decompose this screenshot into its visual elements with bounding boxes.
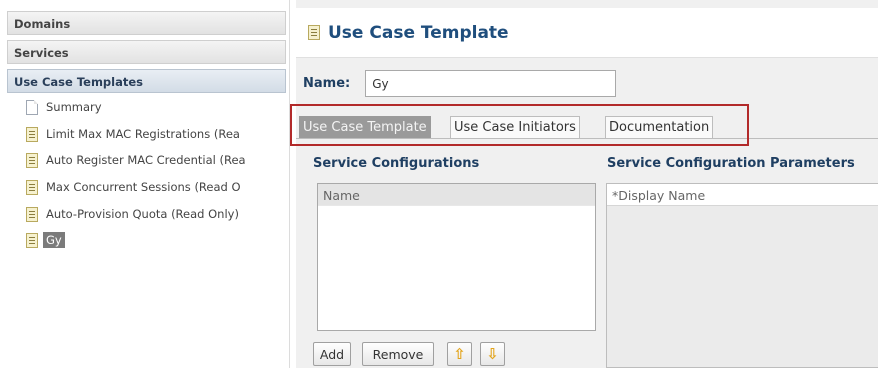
accordion-domains[interactable]: Domains [7,11,286,35]
arrow-down-icon: ⇩ [486,344,499,363]
service-configurations-list[interactable]: Name [317,183,596,331]
template-icon [26,179,38,195]
tree-item-auto-register-mac[interactable]: Auto Register MAC Credential (Rea [26,150,288,170]
tab-use-case-initiators[interactable]: Use Case Initiators [450,116,580,138]
tree-item-label: Auto Register MAC Credential (Rea [46,153,246,167]
accordion-use-case-templates[interactable]: Use Case Templates [7,69,286,93]
tree-item-label: Gy [43,232,65,248]
template-icon [308,25,320,40]
tree-item-limit-max-mac[interactable]: Limit Max MAC Registrations (Rea [26,124,288,144]
list-header-name[interactable]: Name [318,184,595,206]
arrow-up-icon: ⇧ [453,344,466,363]
tree-item-max-concurrent-sessions[interactable]: Max Concurrent Sessions (Read O [26,177,288,197]
accordion-services[interactable]: Services [7,40,286,64]
parameters-table[interactable]: *Display Name [606,183,878,368]
page-title: Use Case Template [328,22,509,43]
name-label: Name: [303,76,351,91]
template-icon [26,152,38,168]
sidebar: Domains Services Use Case Templates Summ… [0,0,290,368]
title-bar: Use Case Template [296,8,878,58]
move-up-button[interactable]: ⇧ [447,342,472,366]
remove-button[interactable]: Remove [362,342,434,366]
main-panel: Use Case Template Name: Use Case Templat… [290,0,878,368]
move-down-button[interactable]: ⇩ [480,342,505,366]
document-icon [26,99,38,115]
template-icon [26,206,38,222]
tree-item-label: Limit Max MAC Registrations (Rea [46,127,240,141]
add-button[interactable]: Add [313,342,351,366]
service-configurations-title: Service Configurations [313,156,480,171]
tabs-divider [296,138,878,139]
name-row: Name: [303,70,617,97]
tree-item-label: Auto-Provision Quota (Read Only) [46,207,239,221]
tree-item-summary[interactable]: Summary [26,97,288,117]
tab-use-case-template[interactable]: Use Case Template [299,116,431,138]
tab-documentation[interactable]: Documentation [605,116,714,138]
parameters-title: Service Configuration Parameters [607,156,855,171]
template-icon [26,232,38,248]
param-header-display-name[interactable]: *Display Name [607,184,878,206]
name-input[interactable] [365,70,617,97]
tree-item-label: Max Concurrent Sessions (Read O [46,180,241,194]
template-icon [26,126,38,142]
tree-item-label: Summary [46,100,102,114]
tree-item-auto-provision-quota[interactable]: Auto-Provision Quota (Read Only) [26,204,288,224]
tree-item-gy[interactable]: Gy [26,230,288,250]
